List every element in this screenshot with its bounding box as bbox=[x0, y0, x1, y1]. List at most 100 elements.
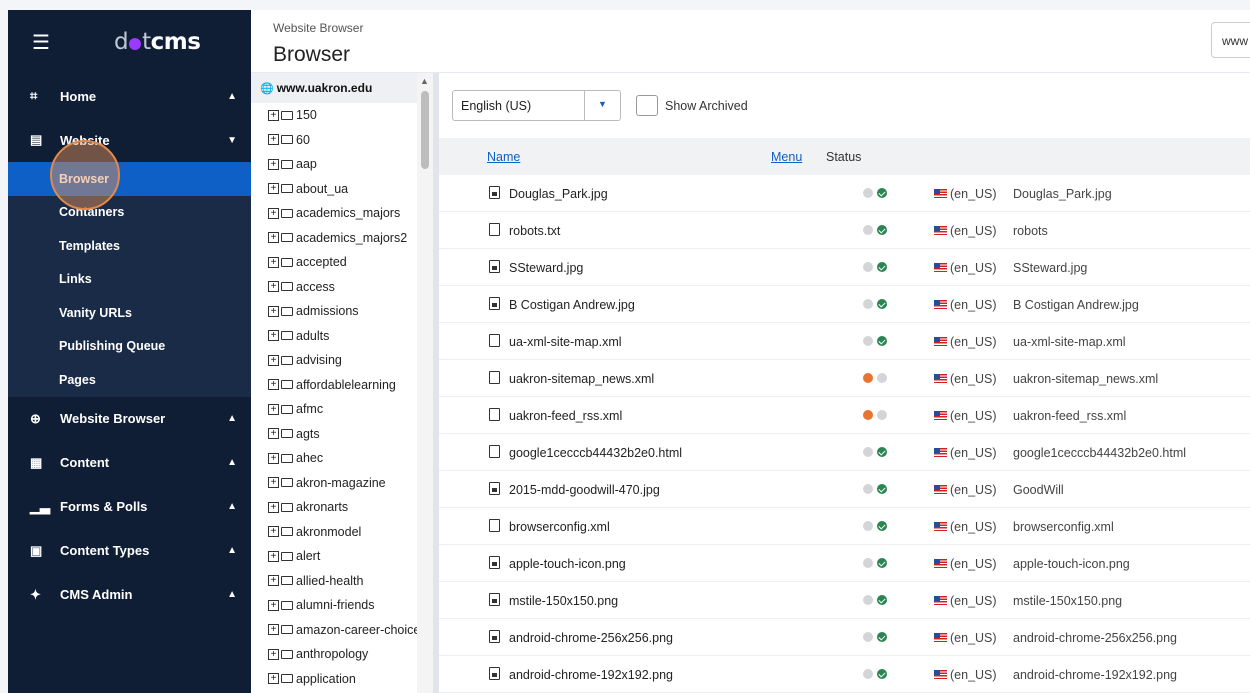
file-name-link[interactable]: robots.txt bbox=[509, 224, 560, 238]
chevron-down-icon[interactable]: ▼ bbox=[584, 91, 620, 120]
expand-icon[interactable]: + bbox=[268, 379, 279, 391]
tree-folder[interactable]: +60 bbox=[251, 128, 432, 153]
file-name-link[interactable]: 2015-mdd-goodwill-470.jpg bbox=[509, 483, 660, 497]
sidebar-item[interactable]: Containers bbox=[8, 196, 251, 230]
expand-icon[interactable]: + bbox=[268, 109, 279, 121]
tree-folder[interactable]: + allied-health bbox=[251, 569, 432, 594]
tree-folder[interactable]: + akronmodel bbox=[251, 520, 432, 545]
table-row[interactable]: uakron-sitemap_news.xml (en_US) uakron-sit… bbox=[439, 360, 1250, 397]
site-selector[interactable]: www bbox=[1211, 22, 1250, 58]
expand-icon[interactable]: + bbox=[268, 232, 279, 244]
tree-folder[interactable]: + admissions bbox=[251, 299, 432, 324]
tree-folder[interactable]: + alumni-friends bbox=[251, 593, 432, 618]
expand-icon[interactable]: + bbox=[268, 354, 279, 366]
column-header-name[interactable]: Name bbox=[487, 150, 520, 164]
expand-icon[interactable]: + bbox=[268, 624, 279, 636]
expand-icon[interactable]: + bbox=[268, 526, 279, 538]
expand-icon[interactable]: + bbox=[268, 256, 279, 268]
expand-icon[interactable]: + bbox=[268, 281, 279, 293]
tree-folder[interactable]: + alert bbox=[251, 544, 432, 569]
expand-icon[interactable]: + bbox=[268, 452, 279, 464]
file-name-link[interactable]: ua-xml-site-map.xml bbox=[509, 335, 622, 349]
sidebar-group[interactable]: ▤ Website ▼ bbox=[8, 118, 251, 162]
expand-icon[interactable]: + bbox=[268, 550, 279, 562]
tree-folder[interactable]: + academics_majors2 bbox=[251, 226, 432, 251]
table-row[interactable]: google1cecccb44432b2e0.html (en_US) google… bbox=[439, 434, 1250, 471]
sidebar-group[interactable]: ▣ Content Types ▲ bbox=[8, 529, 251, 573]
tree-folder[interactable]: + agts bbox=[251, 422, 432, 447]
sidebar-group[interactable]: ▁▃ Forms & Polls ▲ bbox=[8, 485, 251, 529]
tree-folder[interactable]: + adults bbox=[251, 324, 432, 349]
show-archived-label[interactable]: Show Archived bbox=[665, 99, 748, 113]
sidebar-group[interactable]: ⊕ Website Browser ▲ bbox=[8, 397, 251, 441]
sidebar-item[interactable]: Publishing Queue bbox=[8, 330, 251, 364]
table-row[interactable]: android-chrome-256x256.png (en_US) android… bbox=[439, 619, 1250, 656]
column-header-menu[interactable]: Menu bbox=[771, 150, 802, 164]
expand-icon[interactable]: + bbox=[268, 501, 279, 513]
tree-folder[interactable]: + amazon-career-choice bbox=[251, 618, 432, 643]
expand-icon[interactable]: + bbox=[268, 207, 279, 219]
expand-icon[interactable]: + bbox=[268, 330, 279, 342]
file-name-link[interactable]: uakron-feed_rss.xml bbox=[509, 409, 622, 423]
language-select[interactable]: English (US) ▼ bbox=[452, 90, 621, 121]
tree-folder[interactable]: + academics_majors bbox=[251, 201, 432, 226]
sidebar-item[interactable]: Pages bbox=[8, 363, 251, 397]
tree-folder[interactable]: +150 bbox=[251, 103, 432, 128]
tree-folder[interactable]: + application bbox=[251, 667, 432, 692]
sidebar-item[interactable]: Links bbox=[8, 263, 251, 297]
tree-folder[interactable]: + aap bbox=[251, 152, 432, 177]
table-row[interactable]: Douglas_Park.jpg (en_US) Douglas_Park.jpg bbox=[439, 175, 1250, 212]
table-row[interactable]: SSteward.jpg (en_US) SSteward.jpg bbox=[439, 249, 1250, 286]
table-row[interactable]: robots.txt (en_US) robots bbox=[439, 212, 1250, 249]
file-name-link[interactable]: apple-touch-icon.png bbox=[509, 557, 626, 571]
expand-icon[interactable]: + bbox=[268, 477, 279, 489]
tree-folder[interactable]: + akron-magazine bbox=[251, 471, 432, 496]
table-row[interactable]: browserconfig.xml (en_US) browserconfig.xm… bbox=[439, 508, 1250, 545]
sidebar-item[interactable]: Templates bbox=[8, 229, 251, 263]
file-name-link[interactable]: browserconfig.xml bbox=[509, 520, 610, 534]
file-name-link[interactable]: mstile-150x150.png bbox=[509, 594, 618, 608]
sidebar-item[interactable]: Browser bbox=[8, 162, 251, 196]
expand-icon[interactable]: + bbox=[268, 648, 279, 660]
file-name-link[interactable]: android-chrome-192x192.png bbox=[509, 668, 673, 682]
table-row[interactable]: mstile-150x150.png (en_US) mstile-150x150.… bbox=[439, 582, 1250, 619]
file-name-link[interactable]: google1cecccb44432b2e0.html bbox=[509, 446, 682, 460]
file-name-link[interactable]: B Costigan Andrew.jpg bbox=[509, 298, 635, 312]
dotcms-logo[interactable]: d tcms bbox=[114, 29, 201, 55]
table-row[interactable]: uakron-feed_rss.xml (en_US) uakron-feed_rs… bbox=[439, 397, 1250, 434]
expand-icon[interactable]: + bbox=[268, 575, 279, 587]
tree-folder[interactable]: + ahec bbox=[251, 446, 432, 471]
table-row[interactable]: 2015-mdd-goodwill-470.jpg (en_US) GoodWill bbox=[439, 471, 1250, 508]
table-row[interactable]: android-chrome-192x192.png (en_US) android… bbox=[439, 656, 1250, 693]
file-name-link[interactable]: uakron-sitemap_news.xml bbox=[509, 372, 654, 386]
expand-icon[interactable]: + bbox=[268, 305, 279, 317]
sidebar-group[interactable]: ✦ CMS Admin ▲ bbox=[8, 573, 251, 617]
table-row[interactable]: apple-touch-icon.png (en_US) apple-touch-i… bbox=[439, 545, 1250, 582]
tree-folder[interactable]: + anthropology bbox=[251, 642, 432, 667]
expand-icon[interactable]: + bbox=[268, 134, 279, 146]
tree-folder[interactable]: + access bbox=[251, 275, 432, 300]
expand-icon[interactable]: + bbox=[268, 403, 279, 415]
sidebar-group[interactable]: ▦ Content ▲ bbox=[8, 441, 251, 485]
tree-folder[interactable]: + about_ua bbox=[251, 177, 432, 202]
tree-folder[interactable]: + affordablelearning bbox=[251, 373, 432, 398]
sidebar-item[interactable]: Vanity URLs bbox=[8, 296, 251, 330]
tree-folder[interactable]: + akronarts bbox=[251, 495, 432, 520]
expand-icon[interactable]: + bbox=[268, 183, 279, 195]
hamburger-menu-icon[interactable]: ☰ bbox=[32, 30, 62, 55]
tree-root-site[interactable]: 🌐 www.uakron.edu bbox=[251, 73, 432, 103]
file-name-link[interactable]: SSteward.jpg bbox=[509, 261, 583, 275]
scroll-up-icon[interactable]: ▲ bbox=[420, 76, 429, 86]
expand-icon[interactable]: + bbox=[268, 158, 279, 170]
tree-folder[interactable]: + afmc bbox=[251, 397, 432, 422]
sidebar-group[interactable]: ⌗ Home ▲ bbox=[8, 74, 251, 118]
tree-folder[interactable]: + advising bbox=[251, 348, 432, 373]
show-archived-checkbox[interactable] bbox=[636, 95, 658, 116]
tree-folder[interactable]: + accepted bbox=[251, 250, 432, 275]
expand-icon[interactable]: + bbox=[268, 428, 279, 440]
table-row[interactable]: B Costigan Andrew.jpg (en_US) B Costigan A… bbox=[439, 286, 1250, 323]
table-row[interactable]: ua-xml-site-map.xml (en_US) ua-xml-site-ma… bbox=[439, 323, 1250, 360]
file-name-link[interactable]: android-chrome-256x256.png bbox=[509, 631, 673, 645]
file-name-link[interactable]: Douglas_Park.jpg bbox=[509, 187, 608, 201]
scrollbar-thumb[interactable] bbox=[421, 91, 429, 169]
